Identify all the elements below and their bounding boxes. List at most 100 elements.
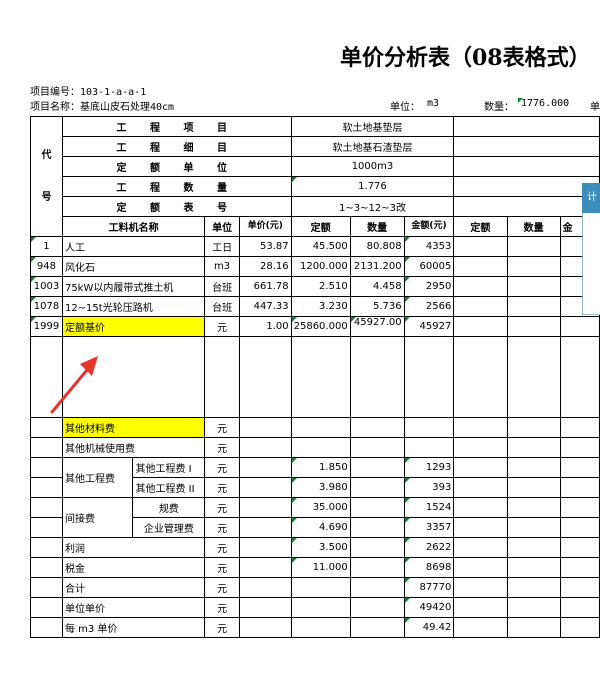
cost-indirect-fees[interactable]: 规费 (132, 497, 206, 518)
cost-other-eng-2-amount[interactable]: 393 (403, 477, 455, 498)
item-price[interactable]: 1.00 (238, 316, 292, 337)
cost-indirect[interactable]: 间接费 (61, 497, 134, 538)
cut-label: 单 (590, 102, 600, 113)
item-name[interactable]: 75kW以内履带式推土机 (61, 276, 206, 297)
cost-unit: 元 (204, 597, 240, 618)
cost-unit: 元 (204, 577, 240, 598)
cost-profit-quota[interactable]: 3.500 (290, 537, 351, 558)
annotation-arrow-icon (50, 356, 98, 414)
cost-unit: 元 (204, 617, 240, 638)
item-amount[interactable]: 45927 (403, 316, 455, 337)
col-header-qty2: 数量 (506, 216, 561, 237)
unit-value: m3 (427, 98, 440, 109)
item-unit[interactable]: 元 (204, 316, 240, 337)
col-header-amount: 金额(元) (403, 216, 455, 237)
info-value-quantity[interactable]: 1.776 (290, 176, 455, 197)
cost-tax-quota[interactable]: 11.000 (290, 557, 351, 578)
item-unit[interactable]: m3 (204, 256, 240, 277)
item-qty[interactable]: 2131.200 (349, 256, 405, 277)
item-price[interactable]: 28.16 (238, 256, 292, 277)
cost-other-eng-1[interactable]: 其他工程费 I (132, 457, 206, 478)
cost-unit-price[interactable]: 单位单价 (61, 597, 206, 618)
item-amount[interactable]: 4353 (403, 236, 455, 257)
info-value-table-no[interactable]: 1~3~12~3改 (290, 196, 455, 217)
code-header: 代 号 (30, 116, 63, 237)
cost-tax-amount[interactable]: 8698 (403, 557, 455, 578)
item-qty[interactable]: 45927.00 (349, 316, 405, 337)
cost-indirect-mgmt[interactable]: 企业管理费 (132, 517, 206, 538)
cost-indirect-mgmt-amount[interactable]: 3357 (403, 517, 455, 538)
cost-tax[interactable]: 税金 (61, 557, 206, 578)
info-value-item[interactable]: 软土地基石渣垫层 (290, 136, 455, 157)
item-quota[interactable]: 45.500 (290, 236, 351, 257)
cost-unit: 元 (204, 417, 240, 438)
info-label-item: 工 程 细 目 (61, 136, 292, 157)
item-code[interactable]: 948 (30, 256, 63, 277)
cost-other-eng-1-amount[interactable]: 1293 (403, 457, 455, 478)
project-code: 项目编号：103-1-a-a-1 (30, 87, 147, 98)
cost-total[interactable]: 合计 (61, 577, 206, 598)
item-amount[interactable]: 2950 (403, 276, 455, 297)
info-value-unit[interactable]: 1000m3 (290, 156, 455, 177)
cost-unit: 元 (204, 557, 240, 578)
col-header-unit: 单位 (204, 216, 240, 237)
project-name: 项目名称：基底山皮石处理40cm (30, 102, 175, 113)
item-name[interactable]: 人工 (61, 236, 206, 257)
item-qty[interactable]: 80.808 (349, 236, 405, 257)
quantity-value: 1776.000 (518, 98, 569, 109)
cost-per-m3-amount[interactable]: 49.42 (403, 617, 455, 638)
cost-other-eng-1-quota[interactable]: 1.850 (290, 457, 351, 478)
item-amount[interactable]: 2566 (403, 296, 455, 317)
cost-indirect-mgmt-quota[interactable]: 4.690 (290, 517, 351, 538)
info-label-table-no: 定 额 表 号 (61, 196, 292, 217)
item-qty[interactable]: 4.458 (349, 276, 405, 297)
item-code[interactable]: 1 (30, 236, 63, 257)
item-quota[interactable]: 1200.000 (290, 256, 351, 277)
table-row: 1 人工 工日 53.87 45.500 80.808 4353 (30, 236, 600, 257)
item-code[interactable]: 1078 (30, 296, 63, 317)
item-price[interactable]: 53.87 (238, 236, 292, 257)
cost-profit-amount[interactable]: 2622 (403, 537, 455, 558)
cost-other-engineering[interactable]: 其他工程费 (61, 457, 134, 498)
item-unit[interactable]: 台班 (204, 276, 240, 297)
cost-unit-price-amount[interactable]: 49420 (403, 597, 455, 618)
item-code[interactable]: 1999 (30, 316, 63, 337)
quantity-label: 数量： (484, 102, 514, 113)
cost-indirect-fees-quota[interactable]: 35.000 (290, 497, 351, 518)
table-row: 948 风化石 m3 28.16 1200.000 2131.200 60005 (30, 256, 600, 277)
item-code[interactable]: 1003 (30, 276, 63, 297)
cost-unit: 元 (204, 457, 240, 478)
item-price[interactable]: 661.78 (238, 276, 292, 297)
table-row: 1078 12~15t光轮压路机 台班 447.33 3.230 5.736 2… (30, 296, 600, 317)
info-label-quantity: 工 程 数 量 (61, 176, 292, 197)
cost-other-machine[interactable]: 其他机械使用费 (61, 437, 206, 458)
unit-label: 单位： (390, 102, 420, 113)
cost-unit: 元 (204, 497, 240, 518)
item-qty[interactable]: 5.736 (349, 296, 405, 317)
analysis-table: 代 号 工 程 项 目 软土地基垫层 工 程 细 目 软土地基石渣垫层 定 额 … (30, 116, 600, 638)
cost-indirect-fees-amount[interactable]: 1524 (403, 497, 455, 518)
item-unit[interactable]: 工日 (204, 236, 240, 257)
cost-total-amount[interactable]: 87770 (403, 577, 455, 598)
cost-other-eng-2[interactable]: 其他工程费 II (132, 477, 206, 498)
item-name[interactable]: 风化石 (61, 256, 206, 277)
item-name[interactable]: 定额基价 (61, 316, 206, 337)
col-header-quota: 定额 (290, 216, 351, 237)
cost-other-eng-2-quota[interactable]: 3.980 (290, 477, 351, 498)
item-quota[interactable]: 3.230 (290, 296, 351, 317)
info-label-unit: 定 额 单 位 (61, 156, 292, 177)
cost-other-material[interactable]: 其他材料费 (61, 417, 206, 438)
cost-per-m3[interactable]: 每 m3 单价 (61, 617, 206, 638)
item-quota[interactable]: 25860.000 (290, 316, 351, 337)
item-price[interactable]: 447.33 (238, 296, 292, 317)
table-row: 1003 75kW以内履带式推土机 台班 661.78 2.510 4.458 … (30, 276, 600, 297)
item-unit[interactable]: 台班 (204, 296, 240, 317)
item-quota[interactable]: 2.510 (290, 276, 351, 297)
cost-unit: 元 (204, 517, 240, 538)
cost-unit: 元 (204, 477, 240, 498)
item-name[interactable]: 12~15t光轮压路机 (61, 296, 206, 317)
side-panel-tab[interactable]: 计 (582, 183, 600, 213)
item-amount[interactable]: 60005 (403, 256, 455, 277)
info-value-project[interactable]: 软土地基垫层 (290, 116, 455, 137)
cost-profit[interactable]: 利润 (61, 537, 206, 558)
